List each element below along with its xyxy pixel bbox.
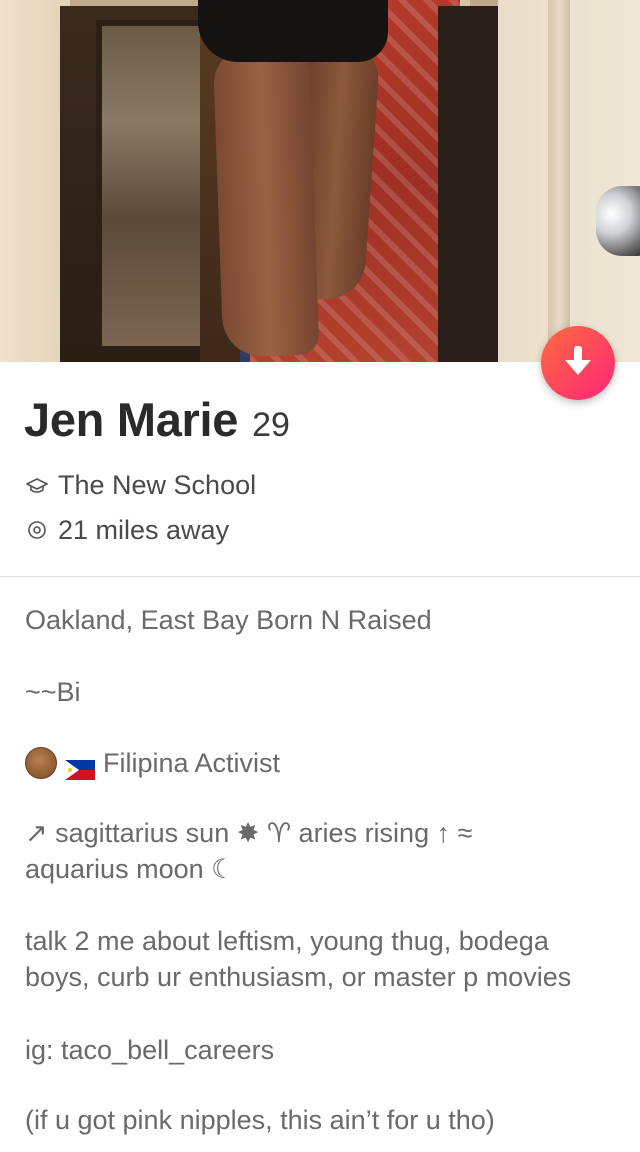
bio-line-orientation: ~~Bi <box>25 677 81 707</box>
bio-line-hometown: Oakland, East Bay Born N Raised <box>25 605 432 635</box>
profile-age: 29 <box>252 406 290 444</box>
bio-line-note: (if u got pink nipples, this ain’t for u… <box>25 1105 495 1135</box>
down-arrow-icon <box>563 344 593 383</box>
photo-shorts <box>198 0 388 62</box>
philippines-flag-emoji <box>65 753 95 780</box>
photo-leg-left <box>212 42 320 358</box>
section-divider <box>0 576 640 577</box>
profile-photo[interactable] <box>0 0 640 362</box>
distance-text: 21 miles away <box>58 515 230 545</box>
bio-interests-line-2: boys, curb ur enthusiasm, or master p mo… <box>25 962 572 992</box>
bio-line-identity: Filipina Activist <box>25 745 625 781</box>
photo-door-rail <box>548 0 570 362</box>
graduation-cap-icon <box>26 475 48 497</box>
bio-line-astrology: ↗ sagittarius sun ✸ ♈ aries rising ↑ ≈ a… <box>25 815 625 887</box>
school-row: The New School <box>26 470 256 501</box>
bio-astrology-line-1: ↗ sagittarius sun ✸ ♈ aries rising ↑ ≈ <box>25 818 473 848</box>
distance-row: 21 miles away <box>26 515 229 546</box>
location-pin-icon <box>26 520 48 542</box>
collapse-profile-button[interactable] <box>541 326 615 400</box>
bio-line-instagram: ig: taco_bell_careers <box>25 1035 275 1065</box>
photo-door-knob <box>596 186 640 256</box>
raised-fist-emoji <box>25 747 57 779</box>
photo-mirror-frame <box>438 6 498 362</box>
school-text: The New School <box>58 470 257 500</box>
bio-identity-text: Filipina Activist <box>103 748 281 778</box>
bio-line-interests: talk 2 me about leftism, young thug, bod… <box>25 923 625 995</box>
bio-astrology-line-2: aquarius moon ☾ <box>25 854 236 884</box>
name-row: Jen Marie 29 <box>24 392 290 447</box>
bio-interests-line-1: talk 2 me about leftism, young thug, bod… <box>25 926 549 956</box>
profile-name: Jen Marie <box>24 393 239 446</box>
